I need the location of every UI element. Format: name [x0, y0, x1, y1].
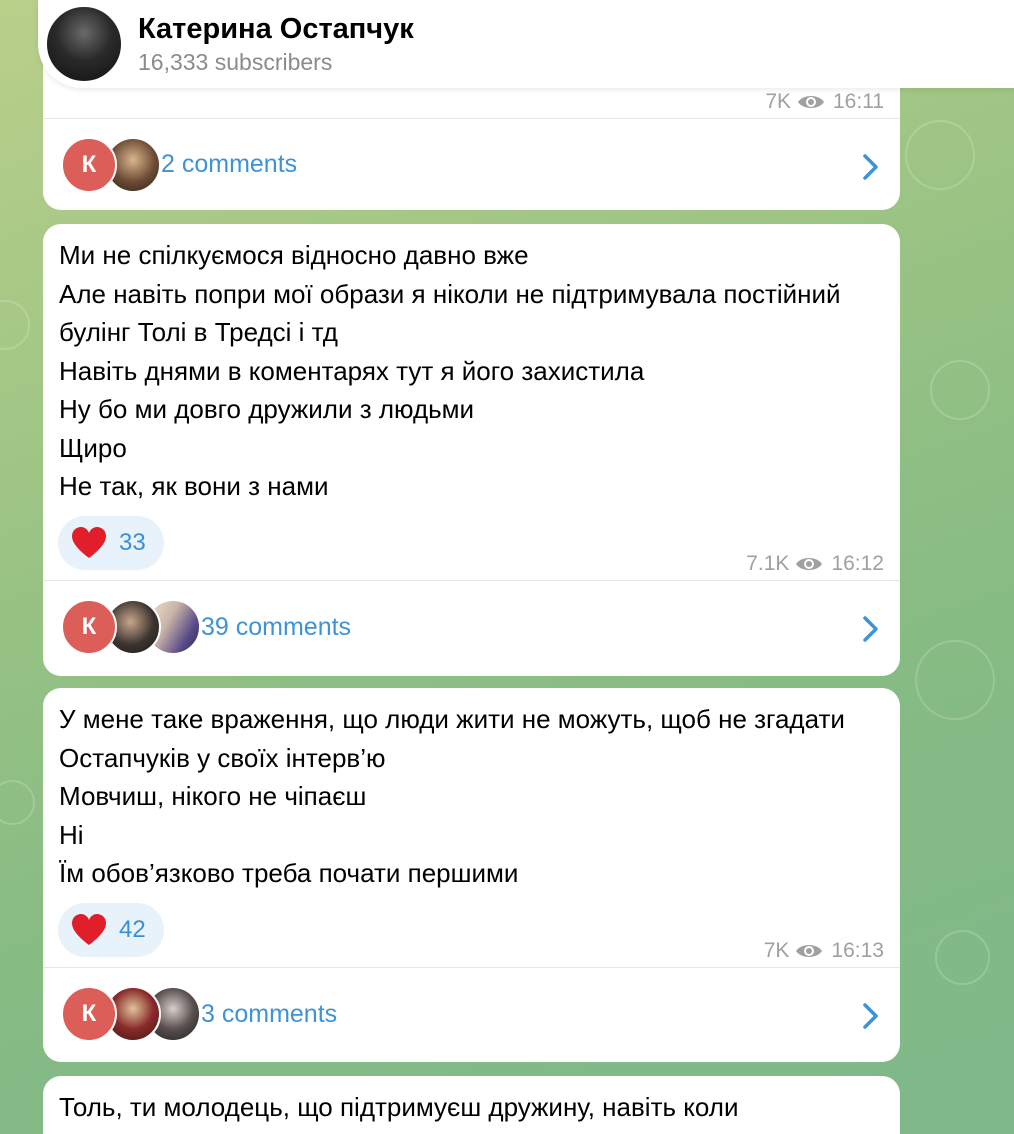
channel-info: Катерина Остапчук 16,333 subscribers — [138, 11, 414, 77]
comments-link[interactable]: К 39 comments — [43, 579, 900, 674]
reaction-button[interactable]: 42 — [58, 902, 164, 957]
comments-count[interactable]: 39 comments — [201, 613, 351, 642]
background-doodle — [915, 640, 995, 720]
message-meta: 7K 16:13 — [764, 939, 884, 963]
commenter-avatar: К — [61, 599, 117, 655]
commenter-avatars: К — [61, 136, 161, 193]
heart-icon — [72, 913, 106, 945]
message-time: 16:11 — [833, 90, 884, 113]
background-doodle — [0, 300, 30, 350]
reaction-row: 33 7.1K 16:12 — [43, 506, 900, 580]
message-text: У мене таке враження, що люди жити не мо… — [59, 704, 845, 888]
reaction-row: 42 7K 16:13 — [43, 893, 900, 967]
comments-link[interactable]: К 3 comments — [43, 966, 900, 1061]
view-count: 7.1K — [746, 551, 790, 575]
subscriber-count: 16,333 subscribers — [138, 49, 333, 75]
channel-header[interactable]: Катерина Остапчук 16,333 subscribers — [38, 0, 1014, 88]
message-text: Толь, ти молодець, що підтримуєш дружину… — [59, 1092, 739, 1122]
commenter-avatar: К — [61, 136, 117, 193]
chevron-right-icon[interactable] — [862, 1002, 880, 1030]
comments-link[interactable]: К 2 comments — [43, 118, 900, 210]
background-doodle — [930, 360, 990, 420]
comments-count[interactable]: 3 comments — [201, 1000, 337, 1029]
heart-icon — [72, 526, 106, 558]
message-meta: 7.1K 16:12 — [746, 552, 884, 576]
chevron-right-icon[interactable] — [862, 153, 880, 181]
message-bubble[interactable]: У мене таке враження, що люди жити не мо… — [43, 688, 900, 1062]
commenter-avatars: К — [61, 986, 201, 1042]
comments-count[interactable]: 2 comments — [161, 150, 297, 179]
background-doodle — [0, 780, 35, 825]
reaction-count: 33 — [119, 528, 146, 556]
message-text: Ми не спілкуємося відносно давно вже Але… — [59, 240, 841, 501]
reaction-button[interactable]: 33 — [58, 515, 164, 570]
view-count: 7K — [763, 938, 790, 962]
commenter-avatar: К — [61, 986, 117, 1042]
reaction-count: 42 — [119, 915, 146, 943]
channel-name: Катерина Остапчук — [138, 13, 414, 45]
message-time: 16:12 — [831, 551, 884, 575]
message-bubble[interactable]: Ми не спілкуємося відносно давно вже Але… — [43, 224, 900, 676]
eye-icon — [796, 944, 823, 957]
eye-icon — [796, 557, 823, 570]
message-meta: 7K 16:11 — [765, 90, 884, 114]
message-time: 16:13 — [831, 938, 884, 962]
channel-avatar[interactable] — [44, 4, 124, 84]
message-bubble[interactable]: Толь, ти молодець, що підтримуєш дружину… — [43, 1076, 900, 1134]
eye-icon — [798, 96, 824, 108]
background-doodle — [905, 120, 975, 190]
chevron-right-icon[interactable] — [862, 615, 880, 643]
commenter-avatars: К — [61, 599, 201, 655]
background-doodle — [935, 930, 990, 985]
view-count: 7K — [765, 90, 791, 113]
